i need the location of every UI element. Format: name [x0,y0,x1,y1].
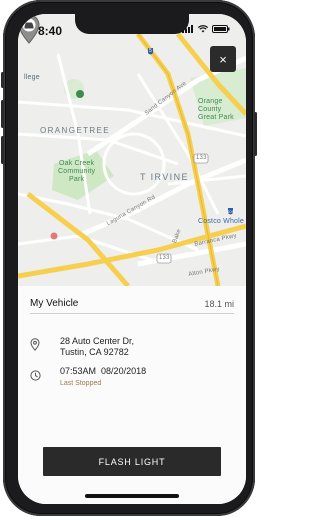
signal-icon [182,25,193,33]
phone-frame: 8:40 llege ORANGETREE Oak Creek Communit… [1,0,257,516]
map-label-college: llege [24,74,40,81]
map-label-great-park: Orange County Great Park [198,98,234,121]
map-label-park: Oak Creek Community Park [58,160,96,183]
location-pin-icon [30,338,40,351]
screen: 8:40 llege ORANGETREE Oak Creek Communit… [18,14,246,504]
address-line-1: 28 Auto Center Dr, [60,336,135,346]
map-label-hwy-5: 5 [149,48,152,54]
stopped-datetime: 07:53AM 08/20/2018 [60,366,146,377]
wifi-icon [198,25,208,33]
notch [75,14,189,34]
timestamp-row: 07:53AM 08/20/2018 Last Stopped [30,366,234,389]
stopped-status: Last Stopped [60,380,102,387]
vehicle-location-pin-icon[interactable] [18,14,40,44]
home-indicator[interactable] [85,494,179,498]
map-label-orangetree: ORANGETREE [40,126,111,135]
flash-light-button[interactable]: FLASH LIGHT [43,447,221,476]
vehicle-header: My Vehicle 18.1 mi [30,294,234,314]
map-view[interactable]: llege ORANGETREE Oak Creek Community Par… [18,14,246,286]
vehicle-distance: 18.1 mi [204,298,234,309]
status-icons [182,25,230,33]
map-label-costco: Costco Whole [198,218,244,225]
volume-up-button [1,100,4,128]
stopped-date: 08/20/2018 [101,366,147,376]
address-line-2: Tustin, CA 92782 [60,347,129,357]
status-time: 8:40 [38,24,63,38]
close-button[interactable]: × [210,46,236,72]
vehicle-title: My Vehicle [30,298,79,309]
power-button [254,112,257,156]
stopped-time: 07:53AM [60,366,97,376]
map-label-hwy-133b: 133 [159,255,170,261]
map-label-irvine: T IRVINE [140,172,189,182]
battery-icon [212,25,230,33]
volume-down-button [1,136,4,164]
address-row: 28 Auto Center Dr, Tustin, CA 92782 [30,336,234,358]
map-label-hwy-133a: 133 [196,155,207,161]
clock-icon [30,370,41,381]
silent-switch [1,72,4,88]
map-label-hwy-405: 405 [227,209,235,214]
